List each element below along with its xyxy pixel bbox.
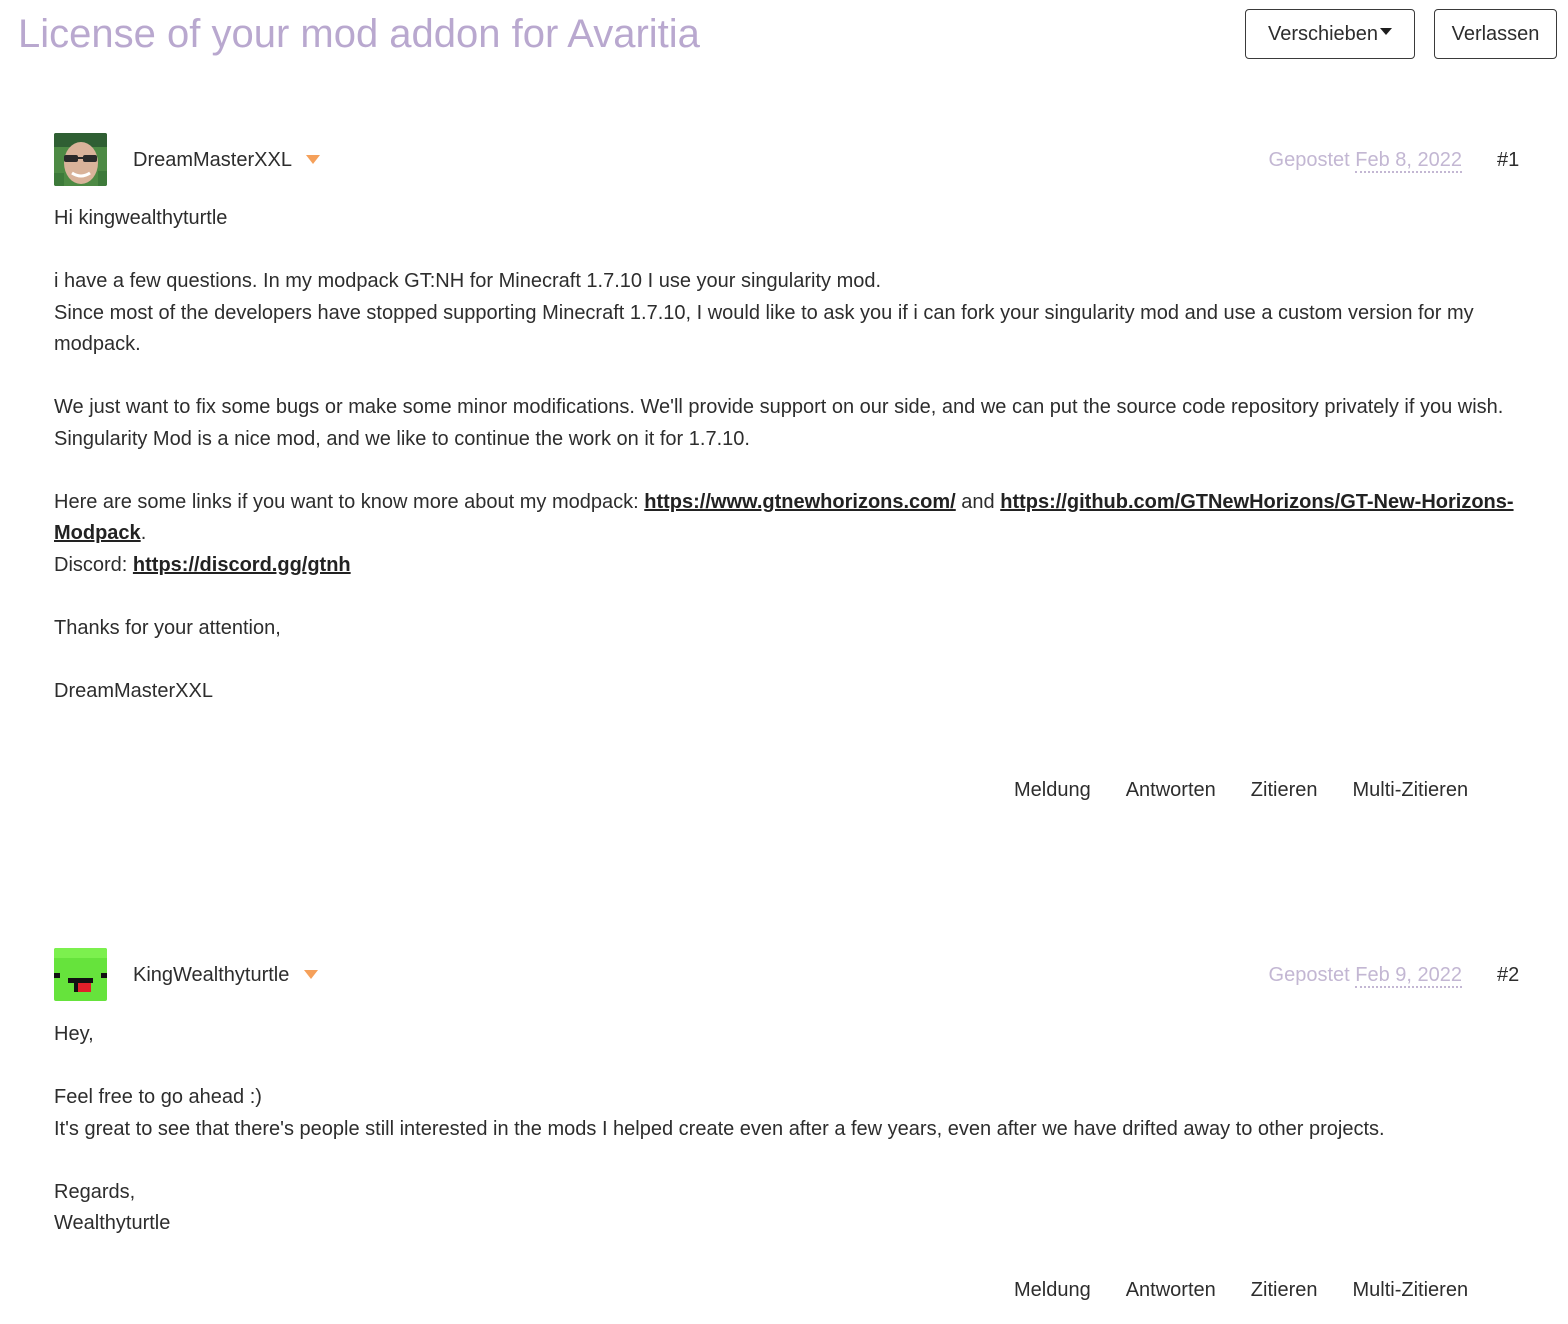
post-number-link[interactable]: #2 bbox=[1497, 962, 1519, 988]
links-intro-text: Here are some links if you want to know … bbox=[54, 490, 645, 513]
avatar-photo bbox=[54, 133, 107, 186]
post-body: Hey, Feel free to go ahead :) It's great… bbox=[54, 1019, 1524, 1240]
caret-down-icon bbox=[1380, 27, 1393, 35]
post-body: Hi kingwealthyturtle i have a few questi… bbox=[54, 203, 1524, 707]
post-line: Singularity Mod is a nice mod, and we li… bbox=[54, 427, 750, 450]
author-menu-caret-icon[interactable] bbox=[306, 155, 320, 164]
discord-label: Discord: bbox=[54, 553, 133, 576]
quote-button[interactable]: Zitieren bbox=[1251, 1277, 1318, 1303]
discord-link[interactable]: https://discord.gg/gtnh bbox=[133, 554, 351, 576]
author-name[interactable]: DreamMasterXXL bbox=[133, 147, 292, 173]
forum-thread-page: License of your mod addon for Avaritia V… bbox=[0, 0, 1568, 1324]
report-button[interactable]: Meldung bbox=[1014, 1277, 1091, 1303]
post-line: Since most of the developers have stoppe… bbox=[54, 301, 1474, 356]
posted-label: Gepostet bbox=[1268, 149, 1350, 171]
discord-line: Discord: https://discord.gg/gtnh bbox=[54, 550, 1524, 582]
post-line: Regards, bbox=[54, 1180, 136, 1203]
post-meta: Gepostet Feb 9, 2022 bbox=[1269, 962, 1462, 988]
reply-button[interactable]: Antworten bbox=[1126, 1277, 1216, 1303]
leave-button-label: Verlassen bbox=[1451, 22, 1540, 45]
post-meta: Gepostet Feb 8, 2022 bbox=[1269, 147, 1462, 173]
post-number-link[interactable]: #1 bbox=[1497, 147, 1519, 173]
avatar-pixel-face bbox=[54, 948, 107, 1001]
reply-button[interactable]: Antworten bbox=[1126, 777, 1216, 803]
post-line: Thanks for your attention, bbox=[54, 616, 281, 639]
avatar[interactable] bbox=[54, 948, 107, 1001]
move-button-label: Verschieben bbox=[1267, 22, 1379, 45]
post-actions: Meldung Antworten Zitieren Multi-Zitiere… bbox=[1014, 777, 1468, 803]
post-line: We just want to fix some bugs or make so… bbox=[54, 396, 1504, 418]
post-signature: DreamMasterXXL bbox=[54, 679, 213, 702]
post-date[interactable]: Feb 9, 2022 bbox=[1355, 964, 1462, 988]
post-signature: Wealthyturtle bbox=[54, 1212, 171, 1234]
post-date[interactable]: Feb 8, 2022 bbox=[1355, 149, 1462, 173]
thread-title: License of your mod addon for Avaritia bbox=[18, 12, 700, 56]
leave-thread-button[interactable]: Verlassen bbox=[1434, 9, 1557, 59]
post: KingWealthyturtle Gepostet Feb 9, 2022 #… bbox=[0, 946, 1568, 1316]
quote-button[interactable]: Zitieren bbox=[1251, 777, 1318, 803]
author-name[interactable]: KingWealthyturtle bbox=[133, 962, 289, 988]
post-actions: Meldung Antworten Zitieren Multi-Zitiere… bbox=[1014, 1277, 1468, 1303]
avatar[interactable] bbox=[54, 133, 107, 186]
move-thread-button[interactable]: Verschieben bbox=[1245, 9, 1415, 59]
posted-label: Gepostet bbox=[1268, 964, 1350, 986]
gtnewhorizons-link[interactable]: https://www.gtnewhorizons.com/ bbox=[644, 491, 955, 513]
multi-quote-button[interactable]: Multi-Zitieren bbox=[1352, 777, 1468, 803]
post-line: Hey, bbox=[54, 1023, 94, 1045]
multi-quote-button[interactable]: Multi-Zitieren bbox=[1352, 1277, 1468, 1303]
post: DreamMasterXXL Gepostet Feb 8, 2022 #1 H… bbox=[0, 131, 1568, 821]
post-line: i have a few questions. In my modpack GT… bbox=[54, 270, 882, 292]
and-text: and bbox=[955, 490, 1001, 513]
post-line: It's great to see that there's people st… bbox=[54, 1117, 1385, 1140]
author-menu-caret-icon[interactable] bbox=[304, 970, 318, 979]
post-line: Hi kingwealthyturtle bbox=[54, 207, 228, 229]
post-links-line: Here are some links if you want to know … bbox=[54, 487, 1524, 550]
post-line: Feel free to go ahead :) bbox=[54, 1086, 262, 1108]
report-button[interactable]: Meldung bbox=[1014, 777, 1091, 803]
period-text: . bbox=[140, 522, 147, 544]
